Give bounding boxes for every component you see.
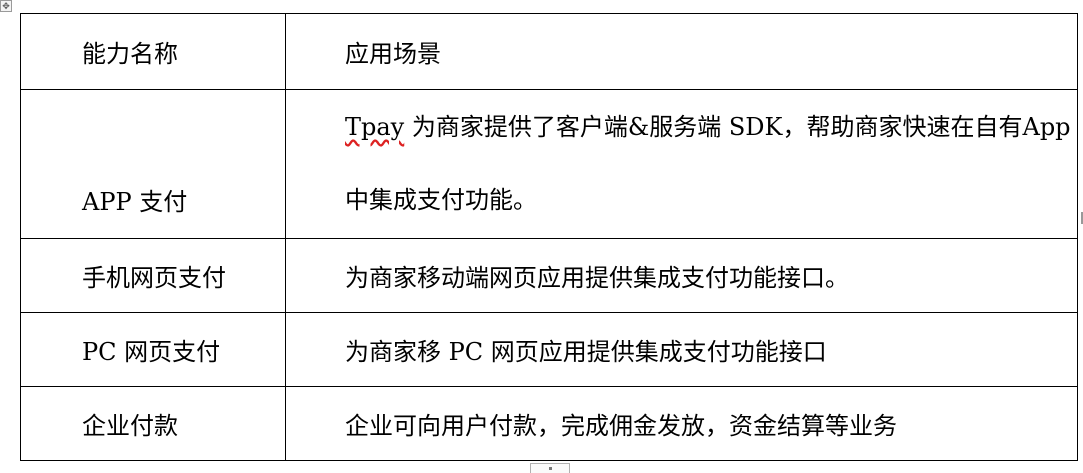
table-row: 企业付款 企业可向用户付款，完成佣金发放，资金结算等业务 — [20, 386, 1078, 461]
table-move-icon[interactable]: ✥ — [0, 0, 12, 12]
table-row: PC 网页支付 为商家移 PC 网页应用提供集成支付功能接口 — [20, 312, 1078, 387]
row-desc-enterprise-payment: 企业可向用户付款，完成佣金发放，资金结算等业务 — [285, 386, 1078, 461]
row-name-mobile-web-pay: 手机网页支付 — [20, 238, 286, 313]
row-name-app-pay: APP 支付 — [20, 89, 286, 239]
header-use-case: 应用场景 — [285, 13, 1078, 90]
row-desc-app-pay: Tpay 为商家提供了客户端&服务端 SDK，帮助商家快速在自有App 中集成支… — [285, 89, 1078, 239]
spellcheck-word[interactable]: Tpay — [345, 113, 404, 141]
row-desc-pc-web-pay: 为商家移 PC 网页应用提供集成支付功能接口 — [285, 312, 1078, 387]
table-row: APP 支付 Tpay 为商家提供了客户端&服务端 SDK，帮助商家快速在自有A… — [20, 89, 1078, 239]
capability-table: 能力名称 应用场景 APP 支付 Tpay 为商家提供了客户端&服务端 SDK，… — [20, 13, 1078, 461]
table-header-row: 能力名称 应用场景 — [20, 13, 1078, 90]
row-desc-mobile-web-pay: 为商家移动端网页应用提供集成支付功能接口。 — [285, 238, 1078, 313]
table-row: 手机网页支付 为商家移动端网页应用提供集成支付功能接口。 — [20, 238, 1078, 313]
header-capability-name: 能力名称 — [20, 13, 286, 90]
row-name-pc-web-pay: PC 网页支付 — [20, 312, 286, 387]
row-name-enterprise-payment: 企业付款 — [20, 386, 286, 461]
row-desc-text: 为商家提供了客户端&服务端 SDK，帮助商家快速在自有App 中集成支付功能。 — [345, 113, 1071, 214]
table-resize-icon[interactable] — [530, 463, 570, 473]
